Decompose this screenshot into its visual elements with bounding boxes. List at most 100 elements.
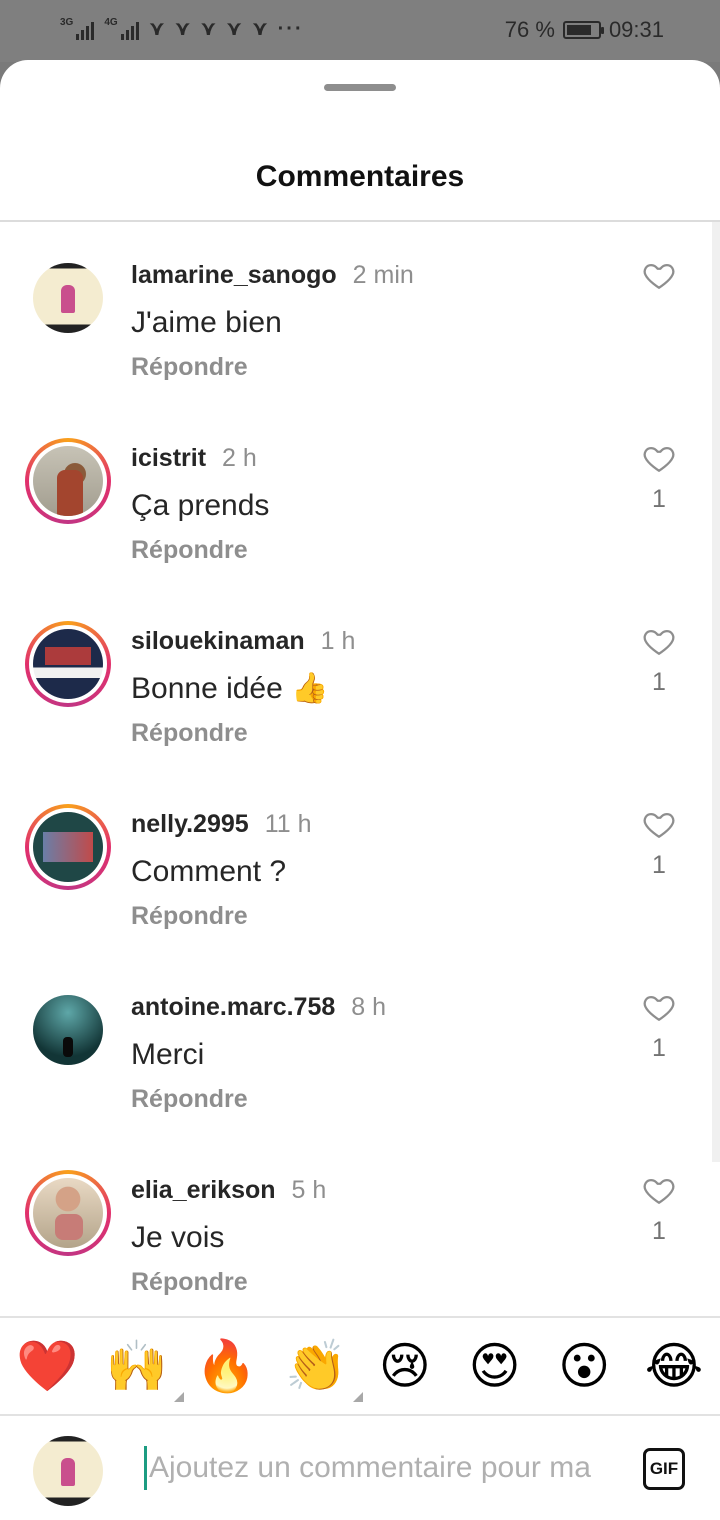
- raised-hands-emoji-button[interactable]: 🙌: [105, 1336, 184, 1402]
- comment-avatar[interactable]: [25, 1170, 111, 1256]
- battery-percent: 76 %: [504, 17, 555, 42]
- comment-username[interactable]: elia_erikson: [131, 1176, 276, 1205]
- comment-text: Comment ?: [131, 855, 287, 888]
- clapping-hands-emoji-button[interactable]: 👏: [285, 1336, 364, 1402]
- surprised-face-emoji-button[interactable]: 😮: [554, 1336, 614, 1396]
- comment-time: 11 h: [264, 809, 312, 838]
- fire-emoji-button[interactable]: 🔥: [195, 1336, 258, 1396]
- comment-body: lamarine_sanogo 2 min J'aime bien Répondre: [131, 255, 611, 382]
- comment-header: lamarine_sanogo 2 min: [131, 255, 611, 295]
- comment-text: Merci: [131, 1038, 205, 1071]
- comment-time: 5 h: [291, 1175, 327, 1204]
- raised-hands-emoji: 🙌: [105, 1338, 168, 1394]
- comment-avatar[interactable]: [25, 621, 111, 707]
- comment-username[interactable]: antoine.marc.758: [131, 993, 335, 1022]
- comment-body: elia_erikson 5 h Je vois Répondre: [131, 1170, 611, 1297]
- comment-time: 2 h: [222, 443, 257, 472]
- fire-emoji: 🔥: [195, 1338, 258, 1394]
- comment-body: silouekinaman 1 h Bonne idée 👍 Répondre: [131, 621, 611, 748]
- network-type-4g: 4G: [104, 16, 118, 28]
- heart-emoji-button[interactable]: ❤️: [16, 1336, 79, 1396]
- comment-avatar[interactable]: [25, 255, 111, 341]
- comment-avatar[interactable]: [25, 438, 111, 524]
- comment-username[interactable]: silouekinaman: [131, 627, 305, 656]
- reply-button[interactable]: Répondre: [131, 1085, 611, 1114]
- comment-avatar[interactable]: [25, 987, 111, 1073]
- like-button[interactable]: 1: [638, 438, 680, 514]
- skin-tone-indicator-icon: [353, 1392, 364, 1402]
- surprised-face-emoji: 😮: [558, 1338, 611, 1394]
- heart-icon: [643, 629, 675, 655]
- comment-username[interactable]: icistrit: [131, 444, 206, 473]
- notification-icons: ⋎ ⋎ ⋎ ⋎ ⋎ ···: [148, 18, 304, 40]
- reply-button[interactable]: Répondre: [131, 1268, 611, 1297]
- comment-text: Ça prends: [131, 489, 270, 522]
- comment-avatar[interactable]: [25, 804, 111, 890]
- clock: 09:31: [608, 17, 664, 42]
- gif-button[interactable]: GIF: [643, 1448, 685, 1490]
- like-count: 1: [652, 1217, 666, 1245]
- reply-button[interactable]: Répondre: [131, 353, 611, 382]
- comment-header: nelly.2995 11 h: [131, 804, 611, 844]
- like-button[interactable]: 1: [638, 1170, 680, 1246]
- heart-emoji: ❤️: [16, 1338, 79, 1394]
- comment-text: J'aime bien: [131, 306, 282, 339]
- network-type-3g: 3G: [60, 16, 74, 28]
- comment-username[interactable]: lamarine_sanogo: [131, 261, 337, 290]
- comment-body: icistrit 2 h Ça prends Répondre: [131, 438, 611, 565]
- avatar-image: [33, 629, 103, 699]
- crying-face-emoji-button[interactable]: 😢: [375, 1336, 435, 1396]
- heart-eyes-emoji-button[interactable]: 😍: [465, 1336, 525, 1396]
- crying-face-emoji: 😢: [378, 1338, 431, 1394]
- laughing-face-emoji-button[interactable]: 😂: [644, 1336, 704, 1396]
- avatar-image: [33, 812, 103, 882]
- status-bar: 3G 4G ⋎ ⋎ ⋎ ⋎ ⋎ ··· 76 % 09:31: [0, 0, 720, 62]
- comment-item: silouekinaman 1 h Bonne idée 👍 Répondre 1: [0, 621, 720, 804]
- heart-eyes-emoji: 😍: [468, 1338, 521, 1394]
- like-count: 1: [652, 485, 666, 513]
- skin-tone-indicator-icon: [173, 1392, 184, 1402]
- like-button[interactable]: 1: [638, 804, 680, 880]
- like-count: 1: [652, 1034, 666, 1062]
- comment-text: Je vois: [131, 1221, 225, 1254]
- clapping-hands-emoji: 👏: [285, 1338, 348, 1394]
- avatar-image: [33, 446, 103, 516]
- comment-header: icistrit 2 h: [131, 438, 611, 478]
- sheet-title: Commentaires: [255, 160, 465, 193]
- like-button[interactable]: [638, 255, 680, 302]
- battery-icon: [562, 21, 604, 39]
- reply-button[interactable]: Répondre: [131, 536, 611, 565]
- signal-3g-icon: 3G: [60, 16, 95, 40]
- comment-item: icistrit 2 h Ça prends Répondre 1: [0, 438, 720, 621]
- comment-time: 8 h: [351, 992, 387, 1021]
- comment-body: antoine.marc.758 8 h Merci Répondre: [131, 987, 611, 1114]
- avatar-image: [33, 1178, 103, 1248]
- comment-input[interactable]: [144, 1446, 610, 1490]
- comment-header: elia_erikson 5 h: [131, 1170, 611, 1210]
- laughing-face-emoji: 😂: [644, 1338, 704, 1394]
- comment-header: antoine.marc.758 8 h: [131, 987, 611, 1027]
- comment-composer: GIF: [0, 1416, 720, 1520]
- comment-header: silouekinaman 1 h: [131, 621, 611, 661]
- comment-body: nelly.2995 11 h Comment ? Répondre: [131, 804, 611, 931]
- signal-4g-icon: 4G: [104, 16, 139, 40]
- status-left: 3G 4G ⋎ ⋎ ⋎ ⋎ ⋎ ···: [60, 16, 304, 41]
- comment-time: 2 min: [352, 260, 414, 289]
- like-button[interactable]: 1: [638, 987, 680, 1063]
- heart-icon: [643, 446, 675, 472]
- avatar-image: [33, 263, 103, 333]
- heart-icon: [643, 812, 675, 838]
- status-right: 76 % 09:31: [505, 17, 664, 43]
- header-divider: [0, 220, 720, 222]
- reply-button[interactable]: Répondre: [131, 719, 611, 748]
- current-user-avatar: [33, 1436, 103, 1506]
- like-count: 1: [652, 668, 666, 696]
- like-button[interactable]: 1: [638, 621, 680, 697]
- avatar-image: [33, 995, 103, 1065]
- drag-handle[interactable]: [324, 84, 396, 91]
- heart-icon: [643, 263, 675, 289]
- reply-button[interactable]: Répondre: [131, 902, 611, 931]
- comment-username[interactable]: nelly.2995: [131, 810, 249, 839]
- heart-icon: [643, 995, 675, 1021]
- emoji-reaction-bar: ❤️ 🙌 🔥 👏 😢 😍 😮 😂: [0, 1318, 720, 1414]
